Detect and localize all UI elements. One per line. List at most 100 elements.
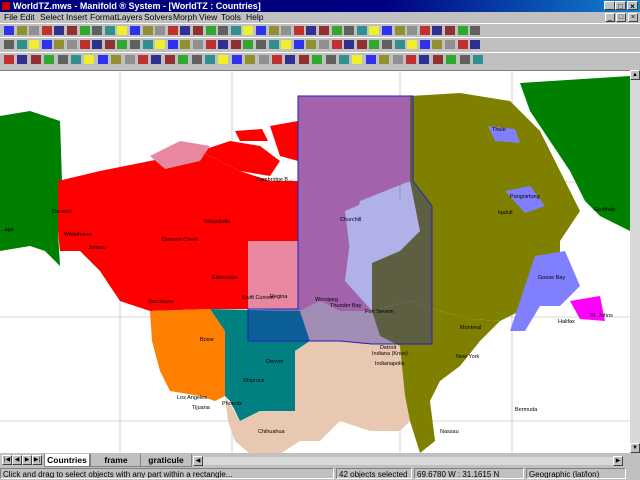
standard-tool-icon-38[interactable]	[470, 26, 481, 35]
menu-help[interactable]: Help	[246, 12, 263, 23]
selection-tool-icon-11[interactable]	[130, 40, 140, 49]
editing-tool-icon-1[interactable]	[4, 55, 14, 64]
standard-tool-icon-2[interactable]	[16, 26, 27, 35]
horizontal-scrollbar[interactable]: ◀ ▶	[193, 456, 623, 466]
selection-tool-icon-19[interactable]	[230, 40, 241, 49]
selection-tool-icon-26[interactable]	[319, 40, 329, 49]
menu-layers[interactable]: Layers	[117, 12, 143, 23]
standard-tool-icon-15[interactable]	[180, 26, 191, 35]
standard-tool-icon-35[interactable]	[432, 26, 443, 35]
editing-tool-icon-30[interactable]	[392, 55, 403, 64]
standard-tool-icon-20[interactable]	[243, 26, 254, 35]
standard-tool-icon-21[interactable]	[256, 26, 266, 35]
standard-tool-icon-29[interactable]	[356, 26, 367, 35]
mdi-close-button[interactable]: ×	[628, 13, 638, 22]
selection-tool-icon-15[interactable]	[180, 40, 191, 49]
selection-tool-icon-36[interactable]	[445, 40, 455, 49]
editing-tool-icon-34[interactable]	[446, 55, 457, 64]
editing-tool-icon-8[interactable]	[97, 55, 108, 64]
standard-tool-icon-18[interactable]	[218, 26, 229, 35]
standard-tool-icon-23[interactable]	[281, 26, 292, 35]
standard-tool-icon-16[interactable]	[193, 26, 203, 35]
selection-tool-icon-6[interactable]	[67, 40, 77, 49]
selection-tool-icon-2[interactable]	[16, 40, 27, 49]
selection-tool-icon-21[interactable]	[256, 40, 266, 49]
vertical-scrollbar[interactable]: ▲ ▼	[630, 70, 640, 453]
standard-tool-icon-33[interactable]	[407, 26, 418, 35]
editing-tool-icon-7[interactable]	[84, 55, 95, 64]
editing-tool-icon-14[interactable]	[178, 55, 189, 64]
minimize-button[interactable]: _	[604, 1, 615, 11]
standard-tool-icon-25[interactable]	[306, 26, 317, 35]
standard-tool-icon-14[interactable]	[167, 26, 178, 35]
tab-frame[interactable]: frame	[90, 454, 142, 467]
standard-tool-icon-36[interactable]	[445, 26, 455, 35]
editing-tool-icon-9[interactable]	[111, 55, 122, 64]
editing-tool-icon-13[interactable]	[164, 55, 175, 64]
editing-tool-icon-17[interactable]	[218, 55, 229, 64]
editing-tool-icon-24[interactable]	[312, 55, 323, 64]
standard-tool-icon-6[interactable]	[67, 26, 77, 35]
tab-last-button[interactable]: ▶|	[32, 455, 42, 465]
selection-tool-icon-32[interactable]	[394, 40, 405, 49]
editing-tool-icon-3[interactable]	[30, 55, 41, 64]
standard-tool-icon-26[interactable]	[319, 26, 329, 35]
editing-tool-icon-18[interactable]	[231, 55, 242, 64]
tab-next-button[interactable]: ▶	[22, 455, 32, 465]
selection-tool-icon-9[interactable]	[104, 40, 115, 49]
menu-insert[interactable]: Insert	[66, 12, 87, 23]
selection-tool-icon-10[interactable]	[117, 40, 128, 49]
editing-tool-icon-22[interactable]	[285, 55, 296, 64]
selection-tool-icon-29[interactable]	[356, 40, 367, 49]
selection-tool-icon-28[interactable]	[344, 40, 355, 49]
app-icon[interactable]	[2, 2, 10, 10]
standard-tool-icon-19[interactable]	[230, 26, 241, 35]
selection-tool-icon-14[interactable]	[167, 40, 178, 49]
hscroll-left-button[interactable]: ◀	[193, 456, 203, 466]
selection-tool-icon-5[interactable]	[54, 40, 65, 49]
selection-tool-icon-38[interactable]	[470, 40, 481, 49]
standard-tool-icon-34[interactable]	[419, 26, 430, 35]
standard-tool-icon-9[interactable]	[104, 26, 115, 35]
standard-tool-icon-31[interactable]	[382, 26, 392, 35]
standard-tool-icon-7[interactable]	[79, 26, 90, 35]
tab-countries[interactable]: Countries	[44, 454, 90, 467]
selection-tool-icon-23[interactable]	[281, 40, 292, 49]
selection-tool-icon-27[interactable]	[331, 40, 342, 49]
selection-tool-icon-37[interactable]	[457, 40, 468, 49]
standard-tool-icon-1[interactable]	[4, 26, 14, 35]
map-canvas[interactable]: Dawson Whitehorse Juneau Dawson Creek Ye…	[0, 71, 630, 454]
menu-file[interactable]: File	[4, 12, 18, 23]
tab-first-button[interactable]: |◀	[2, 455, 12, 465]
menu-morph[interactable]: Morph	[173, 12, 197, 23]
scroll-up-button[interactable]: ▲	[630, 70, 640, 80]
selection-tool-icon-16[interactable]	[193, 40, 203, 49]
editing-tool-icon-10[interactable]	[124, 55, 135, 64]
standard-tool-icon-30[interactable]	[369, 26, 380, 35]
menu-select[interactable]: Select	[40, 12, 64, 23]
menu-format[interactable]: Format	[90, 12, 117, 23]
selection-tool-icon-20[interactable]	[243, 40, 254, 49]
editing-tool-icon-11[interactable]	[138, 55, 148, 64]
selection-tool-icon-12[interactable]	[142, 40, 153, 49]
editing-tool-icon-5[interactable]	[57, 55, 68, 64]
selection-tool-icon-13[interactable]	[155, 40, 166, 49]
editing-tool-icon-26[interactable]	[339, 55, 349, 64]
map-view[interactable]: Dawson Whitehorse Juneau Dawson Creek Ye…	[0, 70, 630, 454]
mdi-restore-button[interactable]: □	[616, 13, 626, 22]
scroll-down-button[interactable]: ▼	[630, 443, 640, 453]
editing-tool-icon-36[interactable]	[473, 55, 483, 64]
editing-tool-icon-4[interactable]	[44, 55, 55, 64]
maximize-button[interactable]: □	[615, 1, 626, 11]
selection-tool-icon-8[interactable]	[92, 40, 103, 49]
editing-tool-icon-12[interactable]	[151, 55, 162, 64]
editing-tool-icon-15[interactable]	[191, 55, 202, 64]
standard-tool-icon-10[interactable]	[117, 26, 128, 35]
standard-tool-icon-11[interactable]	[130, 26, 140, 35]
standard-tool-icon-17[interactable]	[205, 26, 216, 35]
editing-tool-icon-33[interactable]	[432, 55, 443, 64]
editing-tool-icon-21[interactable]	[272, 55, 282, 64]
standard-tool-icon-3[interactable]	[29, 26, 40, 35]
standard-tool-icon-13[interactable]	[155, 26, 166, 35]
standard-tool-icon-27[interactable]	[331, 26, 342, 35]
